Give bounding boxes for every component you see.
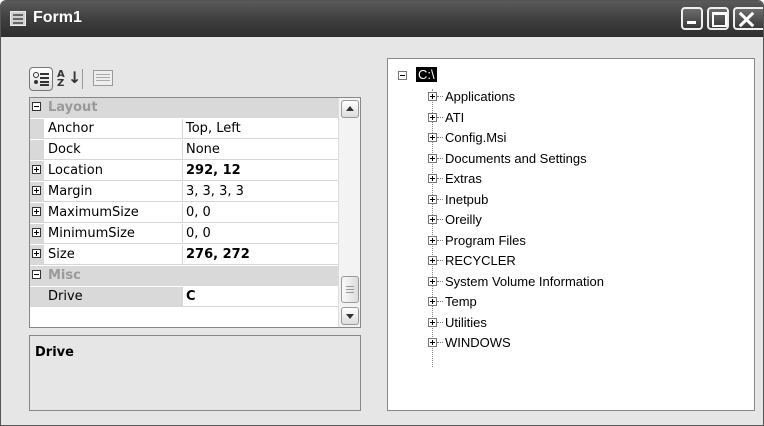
- tree-node-label[interactable]: Inetpub: [445, 192, 488, 207]
- expand-location-icon[interactable]: [32, 165, 41, 174]
- expand-node-icon[interactable]: [428, 256, 437, 265]
- property-value[interactable]: 0, 0: [186, 226, 211, 241]
- property-grid: Layout Anchor Top, Left Dock None Locati…: [29, 97, 361, 328]
- property-value[interactable]: C: [186, 289, 196, 304]
- alphabetical-icon: AZ: [57, 69, 65, 89]
- expand-margin-icon[interactable]: [32, 186, 41, 195]
- window-title: Form1: [33, 9, 82, 26]
- expand-node-icon[interactable]: [428, 215, 437, 224]
- property-row-minimumsize[interactable]: MinimumSize 0, 0: [30, 224, 338, 244]
- tree-node-label[interactable]: RECYCLER: [445, 253, 516, 268]
- tree-node-label[interactable]: Oreilly: [445, 212, 482, 227]
- property-row-location[interactable]: Location 292, 12: [30, 161, 338, 181]
- expand-node-icon[interactable]: [428, 92, 437, 101]
- categorized-button[interactable]: [29, 67, 53, 91]
- expand-minimumsize-icon[interactable]: [32, 228, 41, 237]
- help-title: Drive: [35, 345, 74, 360]
- expand-node-icon[interactable]: [428, 133, 437, 142]
- tree-node-label[interactable]: Utilities: [445, 315, 487, 330]
- property-name: Anchor: [48, 121, 94, 136]
- tree-node-label[interactable]: C:\: [416, 67, 437, 82]
- form-window: Form1 A Z ↓ Layout Anchor Top, Left Dock N…: [0, 0, 764, 426]
- tree-node-label[interactable]: Config.Msi: [445, 130, 506, 145]
- alphabetical-button[interactable]: A Z ↓: [55, 67, 81, 91]
- property-name: MinimumSize: [48, 226, 135, 241]
- minimize-button[interactable]: [681, 7, 703, 30]
- expand-node-icon[interactable]: [428, 194, 437, 204]
- property-value[interactable]: 276, 272: [186, 247, 250, 262]
- expand-maximumsize-icon[interactable]: [32, 207, 41, 216]
- expand-node-icon[interactable]: [428, 276, 437, 286]
- property-grid-scrollbar[interactable]: [338, 98, 360, 327]
- property-value[interactable]: None: [186, 142, 220, 157]
- category-row-misc[interactable]: Misc: [30, 266, 338, 286]
- close-button[interactable]: [733, 7, 763, 30]
- tree-node-label[interactable]: WINDOWS: [445, 335, 511, 350]
- property-row-drive[interactable]: Drive C: [30, 287, 338, 307]
- expand-node-icon[interactable]: [428, 317, 437, 327]
- property-name: MaximumSize: [48, 205, 139, 220]
- tree-node-label[interactable]: Extras: [445, 171, 482, 186]
- expand-node-icon[interactable]: [428, 338, 437, 347]
- expand-node-icon[interactable]: [428, 112, 437, 122]
- property-value[interactable]: 292, 12: [186, 163, 241, 178]
- tree-node-label[interactable]: System Volume Information: [445, 274, 604, 289]
- title-bar[interactable]: Form1: [1, 1, 763, 37]
- property-value[interactable]: 0, 0: [186, 205, 211, 220]
- form-window-icon[interactable]: [10, 11, 26, 26]
- property-name: Dock: [48, 142, 81, 157]
- property-row-dock[interactable]: Dock None: [30, 140, 338, 160]
- property-name: Drive: [48, 289, 83, 304]
- expand-node-icon[interactable]: [428, 235, 437, 245]
- tree-node-label[interactable]: Program Files: [445, 233, 526, 248]
- property-row-anchor[interactable]: Anchor Top, Left: [30, 119, 338, 139]
- scroll-up-button[interactable]: [341, 100, 359, 118]
- directory-tree-view[interactable]: C:\ Applications ATI Config.Msi Document…: [387, 58, 755, 411]
- expand-node-icon[interactable]: [428, 174, 437, 183]
- property-row-size[interactable]: Size 276, 272: [30, 245, 338, 265]
- property-name: Location: [48, 163, 103, 178]
- tree-node-label[interactable]: Applications: [445, 89, 515, 104]
- expand-node-icon[interactable]: [428, 297, 437, 306]
- category-label: Misc: [48, 268, 81, 283]
- tree-node-label[interactable]: Temp: [445, 294, 477, 309]
- tree-node-label[interactable]: Documents and Settings: [445, 151, 587, 166]
- toolbar-separator: [82, 69, 83, 89]
- expand-node-icon[interactable]: [428, 153, 437, 163]
- property-row-margin[interactable]: Margin 3, 3, 3, 3: [30, 182, 338, 202]
- property-help-panel: Drive: [29, 335, 361, 411]
- collapse-node-icon[interactable]: [398, 71, 407, 80]
- category-label: Layout: [48, 100, 98, 115]
- expand-size-icon[interactable]: [32, 249, 41, 258]
- property-row-maximumsize[interactable]: MaximumSize 0, 0: [30, 203, 338, 223]
- scroll-down-button[interactable]: [341, 307, 359, 325]
- collapse-misc-icon[interactable]: [32, 270, 41, 279]
- property-pages-button[interactable]: [93, 70, 113, 86]
- property-value[interactable]: 3, 3, 3, 3: [186, 184, 244, 199]
- category-row-layout[interactable]: Layout: [30, 98, 338, 118]
- property-name: Size: [48, 247, 75, 262]
- collapse-layout-icon[interactable]: [32, 102, 41, 111]
- maximize-button[interactable]: [707, 7, 729, 30]
- tree-node-label[interactable]: ATI: [445, 110, 464, 125]
- property-name: Margin: [48, 184, 93, 199]
- scroll-thumb[interactable]: [341, 276, 359, 303]
- property-value[interactable]: Top, Left: [186, 121, 241, 136]
